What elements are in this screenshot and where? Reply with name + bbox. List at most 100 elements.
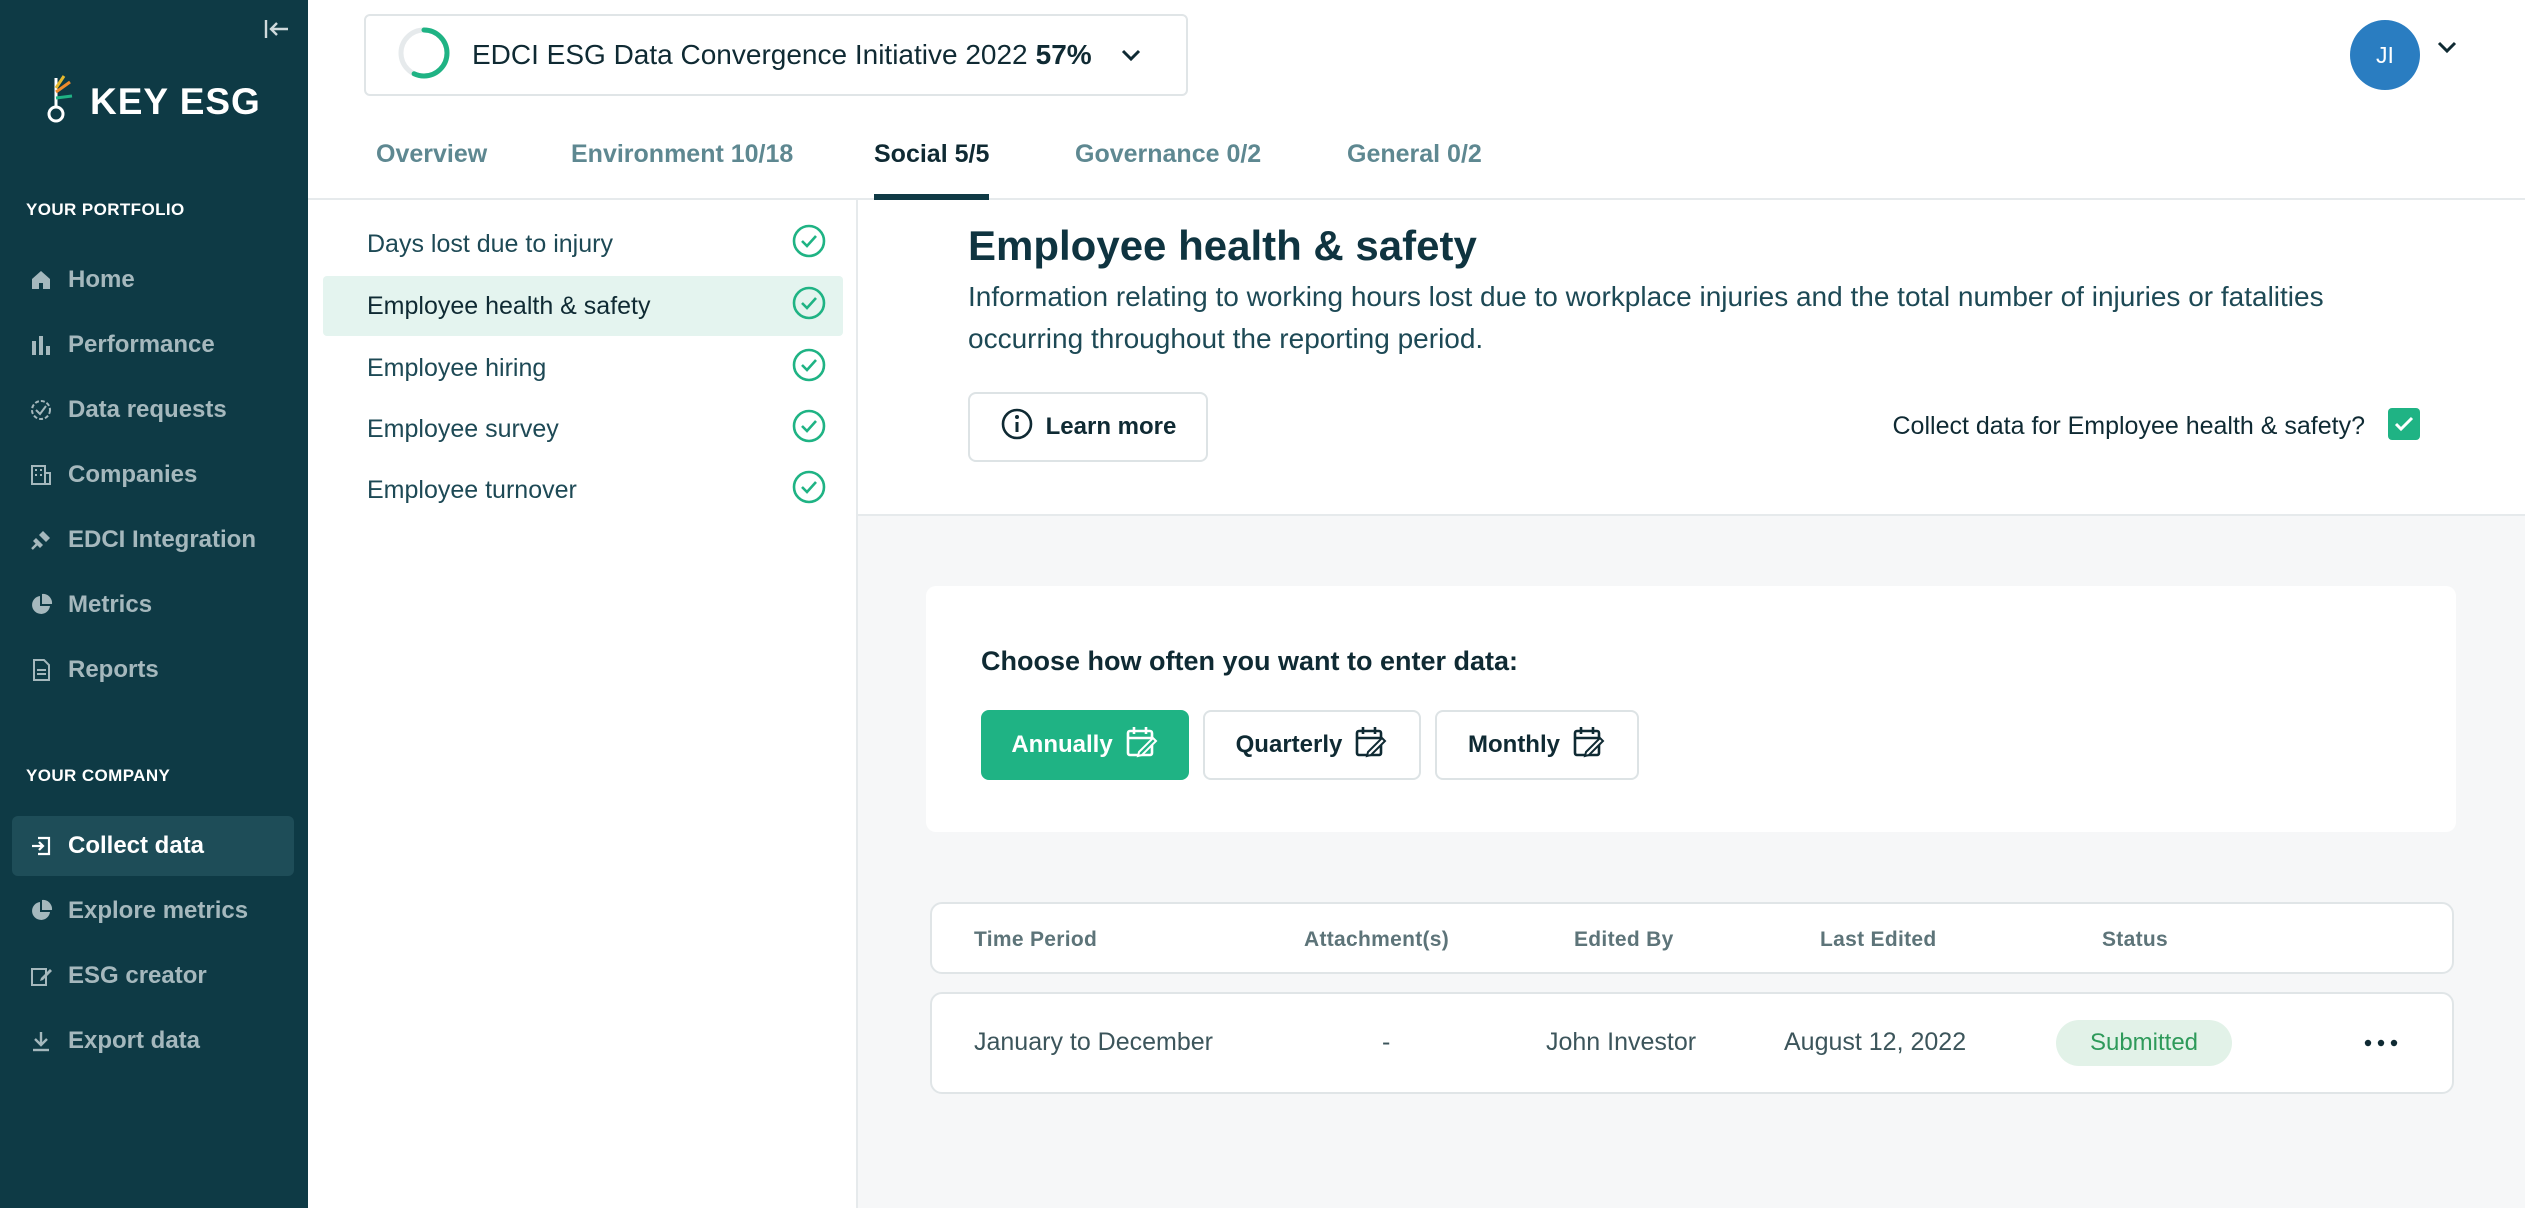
nav-item-data-requests[interactable]: Data requests [12, 380, 294, 440]
login-icon [28, 833, 54, 859]
info-icon [1000, 407, 1034, 448]
bar-chart-icon [28, 332, 54, 358]
check-circle-icon [28, 397, 54, 423]
frequency-label: Quarterly [1235, 731, 1343, 758]
topic-item-hiring[interactable]: Employee hiring [323, 338, 843, 398]
nav-item-label: Collect data [68, 832, 205, 859]
nav-item-label: EDCI Integration [68, 526, 257, 553]
topic-item-survey[interactable]: Employee survey [323, 399, 843, 459]
column-header: Status [2102, 928, 2168, 951]
plug-icon [28, 527, 54, 553]
table-header: Time Period Attachment(s) Edited By Last… [930, 902, 2454, 974]
tab-general[interactable]: General 0/2 [1347, 140, 1482, 200]
topic-label: Employee survey [367, 414, 559, 443]
sidebar: KEY ESG YOUR PORTFOLIO Home Performance … [0, 0, 308, 1208]
frequency-label: Monthly [1468, 731, 1560, 758]
check-circle-icon [791, 408, 827, 451]
table-row[interactable]: January to December - John Investor Augu… [930, 992, 2454, 1094]
frequency-annually-button[interactable]: Annually [981, 710, 1189, 780]
brand-logo[interactable]: KEY ESG [46, 74, 261, 129]
topic-label: Employee health & safety [367, 291, 651, 320]
frequency-quarterly-button[interactable]: Quarterly [1203, 710, 1421, 780]
check-circle-icon [791, 223, 827, 266]
initiative-progress: 57% [1035, 39, 1092, 70]
nav-item-reports[interactable]: Reports [12, 640, 294, 700]
learn-more-label: Learn more [1045, 413, 1177, 440]
nav-item-esg-creator[interactable]: ESG creator [12, 946, 294, 1006]
company-section-title: YOUR COMPANY [26, 766, 171, 785]
edit-icon [28, 963, 54, 989]
key-logo-icon [46, 74, 80, 129]
check-circle-icon [791, 285, 827, 328]
chevron-down-icon [1120, 48, 1142, 62]
calendar-edit-icon [1354, 725, 1388, 766]
nav-item-label: Home [68, 266, 135, 293]
pie-chart-icon [28, 592, 54, 618]
nav-item-edci-integration[interactable]: EDCI Integration [12, 510, 294, 570]
collapse-sidebar-icon[interactable] [262, 14, 292, 44]
topic-label: Employee turnover [367, 475, 577, 504]
avatar[interactable]: JI [2350, 20, 2420, 90]
initiative-selector[interactable]: EDCI ESG Data Convergence Initiative 202… [364, 14, 1188, 96]
collect-data-checkbox[interactable] [2388, 408, 2420, 440]
nav-item-label: Export data [68, 1027, 201, 1054]
last-edited-cell: August 12, 2022 [1784, 1028, 1967, 1056]
data-entry-area: Choose how often you want to enter data:… [858, 516, 2525, 1208]
home-icon [28, 267, 54, 293]
attachments-cell: - [1382, 1028, 1391, 1056]
nav-item-collect-data[interactable]: Collect data [12, 816, 294, 876]
portfolio-section-title: YOUR PORTFOLIO [26, 200, 185, 219]
nav-item-label: Metrics [68, 591, 153, 618]
tab-governance[interactable]: Governance 0/2 [1075, 140, 1261, 200]
topic-item-health-safety[interactable]: Employee health & safety [323, 276, 843, 336]
brand-name: KEY ESG [90, 80, 261, 122]
document-icon [28, 657, 54, 683]
topic-item-days-lost[interactable]: Days lost due to injury [323, 214, 843, 274]
nav-item-performance[interactable]: Performance [12, 315, 294, 375]
column-header: Attachment(s) [1304, 928, 1450, 951]
progress-ring-icon [396, 25, 452, 86]
time-period-cell: January to December [974, 1028, 1214, 1056]
nav-item-label: Explore metrics [68, 897, 249, 924]
calendar-edit-icon [1572, 725, 1606, 766]
check-circle-icon [791, 469, 827, 512]
frequency-label: Annually [1011, 731, 1113, 758]
download-icon [28, 1028, 54, 1054]
category-tabs: Overview Environment 10/18 Social 5/5 Go… [308, 120, 2525, 200]
frequency-title: Choose how often you want to enter data: [981, 646, 1519, 676]
nav-item-export-data[interactable]: Export data [12, 1011, 294, 1071]
topic-label: Employee hiring [367, 353, 547, 382]
tab-social[interactable]: Social 5/5 [874, 140, 990, 200]
portfolio-nav: Home Performance Data requests Companies… [12, 250, 294, 705]
column-header: Edited By [1574, 928, 1674, 951]
nav-item-label: Data requests [68, 396, 227, 423]
topic-item-turnover[interactable]: Employee turnover [323, 460, 843, 520]
tab-overview[interactable]: Overview [376, 140, 487, 200]
nav-item-explore-metrics[interactable]: Explore metrics [12, 881, 294, 941]
nav-item-label: Performance [68, 331, 215, 358]
check-circle-icon [791, 347, 827, 390]
nav-item-label: ESG creator [68, 962, 207, 989]
status-badge: Submitted [2056, 1020, 2232, 1066]
pie-chart-icon [28, 898, 54, 924]
frequency-monthly-button[interactable]: Monthly [1435, 710, 1639, 780]
column-header: Time Period [974, 928, 1098, 951]
nav-item-home[interactable]: Home [12, 250, 294, 310]
initiative-name: EDCI ESG Data Convergence Initiative 202… [472, 39, 1028, 70]
column-header: Last Edited [1820, 928, 1937, 951]
section-description: Information relating to working hours lo… [968, 281, 2324, 354]
frequency-card: Choose how often you want to enter data:… [926, 586, 2456, 832]
chevron-down-icon[interactable] [2436, 40, 2458, 59]
tab-environment[interactable]: Environment 10/18 [571, 140, 793, 200]
nav-item-label: Companies [68, 461, 198, 488]
calendar-edit-icon [1125, 725, 1159, 766]
topic-label: Days lost due to injury [367, 229, 613, 258]
nav-item-metrics[interactable]: Metrics [12, 575, 294, 635]
collect-data-label: Collect data for Employee health & safet… [1892, 412, 2366, 440]
learn-more-button[interactable]: Learn more [968, 392, 1208, 462]
nav-item-companies[interactable]: Companies [12, 445, 294, 505]
nav-item-label: Reports [68, 656, 159, 683]
edited-by-cell: John Investor [1546, 1028, 1697, 1056]
building-icon [28, 462, 54, 488]
more-options-icon[interactable] [2356, 1020, 2406, 1066]
